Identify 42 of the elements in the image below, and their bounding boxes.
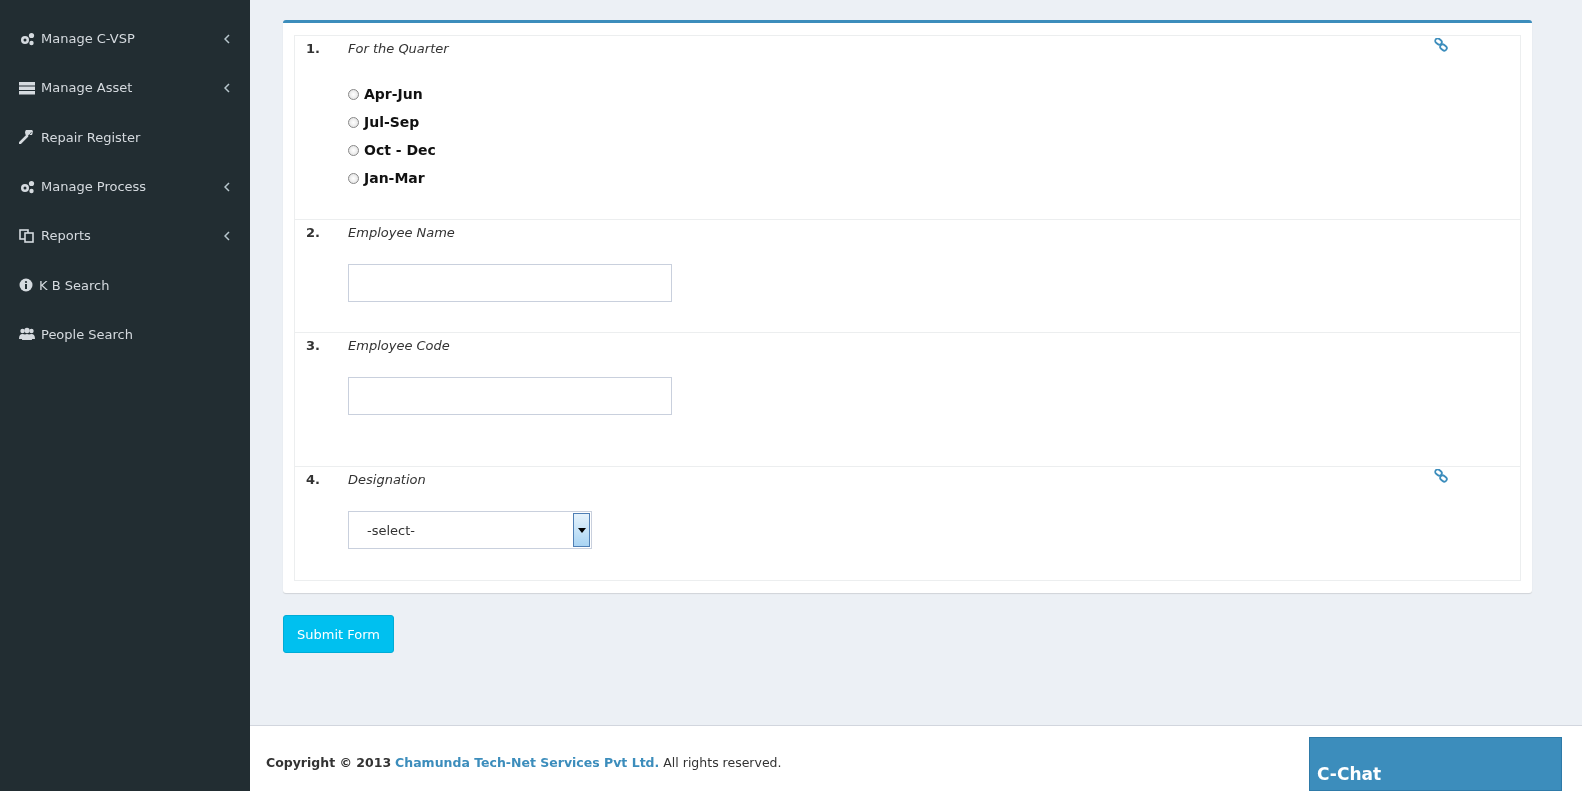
- chevron-left-icon: [224, 181, 230, 192]
- radio-button[interactable]: [348, 172, 359, 184]
- gears-icon: [19, 179, 35, 194]
- sidebar-item[interactable]: Manage Asset: [0, 63, 250, 113]
- link-icon[interactable]: [1434, 469, 1448, 483]
- sidebar-item[interactable]: Manage Process: [0, 161, 250, 212]
- copy-icon: [19, 228, 35, 243]
- radio-button[interactable]: [348, 144, 359, 156]
- chevron-left-icon: [224, 230, 230, 241]
- option-label: Oct - Dec: [364, 142, 436, 158]
- option-label: Jan-Mar: [364, 170, 425, 186]
- radio-button[interactable]: [348, 88, 359, 100]
- gears-icon: [19, 31, 35, 46]
- chevron-left-icon: [224, 33, 230, 44]
- users-icon: [19, 327, 35, 342]
- link-icon[interactable]: [1434, 38, 1448, 52]
- server-icon: [19, 80, 35, 95]
- sidebar-item[interactable]: Reports: [0, 211, 250, 261]
- question-number: 3.: [305, 338, 321, 355]
- question-label: Employee Name: [348, 225, 455, 240]
- text-field[interactable]: [348, 264, 672, 302]
- question-number: 1.: [305, 41, 321, 58]
- wrench-icon: [19, 130, 35, 145]
- option-label: Apr-Jun: [364, 86, 423, 102]
- question-number: 2.: [305, 225, 321, 242]
- question-number: 4.: [305, 472, 321, 489]
- chevron-left-icon: [224, 82, 230, 93]
- copyright-text: Copyright © 2013 Chamunda Tech-Net Services Pvt Ltd. All rights reserved.: [266, 755, 782, 770]
- sidebar-item[interactable]: People Search: [0, 309, 250, 360]
- sidebar-item[interactable]: K B Search: [0, 260, 250, 310]
- question-label: Designation: [348, 472, 426, 487]
- info-icon: [19, 278, 33, 293]
- sidebar-item[interactable]: Repair Register: [0, 112, 250, 162]
- company-link[interactable]: Chamunda Tech-Net Services Pvt Ltd.: [395, 755, 660, 770]
- text-field[interactable]: [348, 377, 672, 415]
- select-dropdown[interactable]: -select-: [348, 511, 592, 549]
- question-label: Employee Code: [348, 338, 450, 353]
- option-label: Jul-Sep: [364, 114, 420, 130]
- sidebar-item[interactable]: Manage C-VSP: [0, 14, 250, 64]
- question-label: For the Quarter: [348, 41, 449, 56]
- radio-button[interactable]: [348, 116, 359, 128]
- chat-panel[interactable]: C-Chat: [1309, 737, 1562, 791]
